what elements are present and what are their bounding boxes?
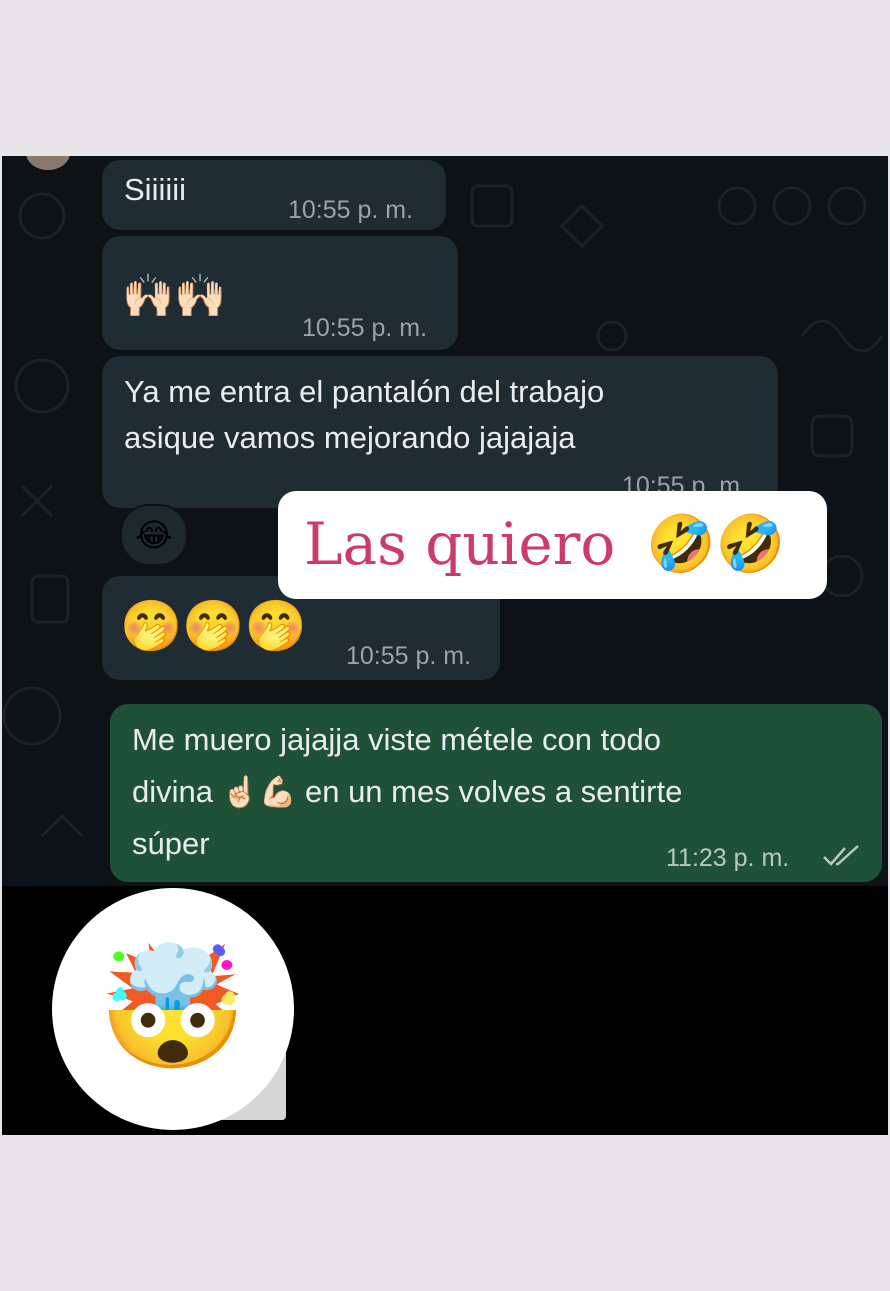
message-text: en un mes volves a sentirte [304, 774, 683, 809]
message-text: Siiiiii [124, 172, 186, 207]
message-text-line: Me muero jajajja viste métele con todo [132, 722, 661, 757]
message-text: divina [132, 774, 213, 809]
caption-emoji: 🤣🤣 [646, 512, 786, 577]
message-time: 10:55 p. m. [346, 642, 472, 670]
message-emoji: 🤭🤭🤭 [120, 597, 307, 655]
message-text-line-2: divina ☝🏻💪🏻 en un mes volves a sentirte [132, 766, 682, 819]
message-text-line: asique vamos mejorando jajajaja [124, 420, 576, 455]
message-time: 11:23 p. m. [666, 844, 790, 872]
message-text-line: súper [132, 826, 210, 861]
message-inline-emoji: ☝🏻💪🏻 [221, 775, 297, 810]
exploding-head-sticker: 🤯 [52, 888, 294, 1130]
message-time: 10:55 p. m. [302, 314, 428, 342]
caption-text: Las quiero [304, 510, 616, 578]
caption-sticker: Las quiero 🤣🤣 [278, 491, 827, 599]
message-emoji: 🙌🏻🙌🏻 [122, 271, 227, 320]
message-text-line: Ya me entra el pantalón del trabajo [124, 374, 605, 409]
message-reaction[interactable]: 😂 [120, 504, 188, 566]
incoming-message-bubble[interactable]: Ya me entra el pantalón del trabajo asiq… [102, 356, 778, 508]
incoming-message-bubble[interactable]: Siiiiii 10:55 p. m. [102, 160, 446, 230]
incoming-message-bubble[interactable]: 🙌🏻🙌🏻 10:55 p. m. [102, 236, 458, 350]
outgoing-message-bubble[interactable]: Me muero jajajja viste métele con todo d… [110, 704, 882, 882]
double-check-icon [823, 845, 859, 866]
exploding-head-emoji: 🤯 [98, 939, 248, 1078]
message-time: 10:55 p. m. [288, 196, 414, 224]
